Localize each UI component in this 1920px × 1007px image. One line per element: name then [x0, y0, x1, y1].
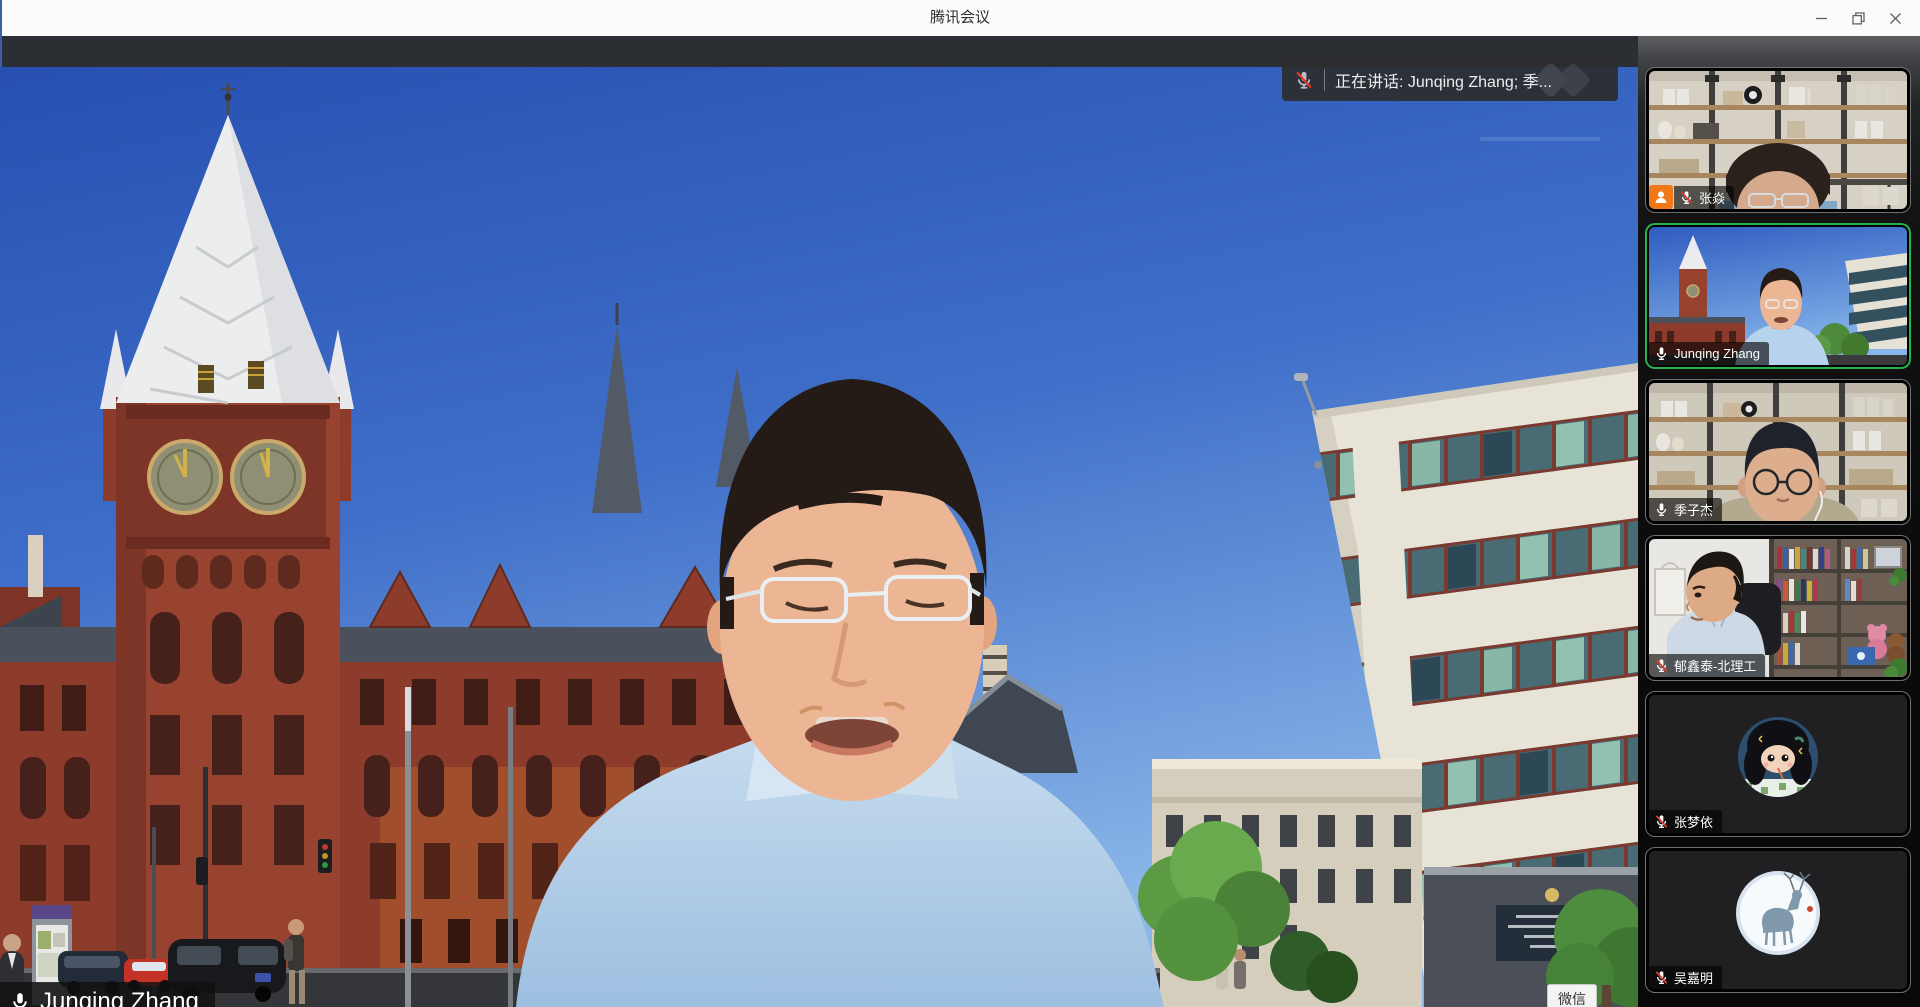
host-person-icon [1653, 189, 1669, 205]
participant-name-chip: 张焱 [1674, 186, 1734, 209]
close-button[interactable] [1877, 0, 1914, 36]
participant-name-chip: Junqing Zhang [1649, 342, 1769, 365]
minimize-icon [1815, 12, 1828, 25]
participant-name: 季子杰 [1674, 500, 1713, 519]
mic-on-icon [1654, 502, 1669, 517]
main-video: Junqing Zhang [0, 67, 1638, 1007]
mic-muted-icon [1679, 190, 1694, 205]
close-icon [1889, 12, 1902, 25]
minimize-button[interactable] [1803, 0, 1840, 36]
participant-name: Junqing Zhang [1674, 346, 1760, 361]
window-title: 腾讯会议 [0, 0, 1920, 36]
participant-tile-wujiaming[interactable]: 吴嘉明 [1645, 847, 1911, 993]
participant-name-chip: 张梦依 [1649, 810, 1722, 833]
participant-tile-junqing-zhang[interactable]: Junqing Zhang [1645, 223, 1911, 369]
participant-name: 吴嘉明 [1674, 968, 1713, 987]
participant-tile-yuxintai[interactable]: 郁鑫泰-北理工 [1645, 535, 1911, 681]
wechat-label: 微信 [1558, 989, 1586, 1007]
main-speaker-name: Junqing Zhang [40, 988, 199, 1007]
participant-tile-zhangyan[interactable]: 张焱 [1645, 67, 1911, 213]
participant-tile-jizijie[interactable]: 季子杰 [1645, 379, 1911, 525]
mic-on-icon [1654, 346, 1669, 361]
participant-name: 张梦依 [1674, 812, 1713, 831]
participant-name-chip: 郁鑫泰-北理工 [1649, 654, 1765, 677]
participant-name: 郁鑫泰-北理工 [1674, 656, 1756, 675]
background-window-edge [0, 0, 2, 67]
tencent-meeting-window: 腾讯会议 [0, 0, 1920, 1007]
host-badge [1649, 185, 1673, 209]
restore-icon [1852, 12, 1865, 25]
participant-tile-zhangmengyi[interactable]: 张梦依 [1645, 691, 1911, 837]
main-speaker-label: Junqing Zhang [0, 982, 215, 1007]
mic-muted-icon [1654, 970, 1669, 985]
indicator-divider [1324, 69, 1325, 91]
speaking-indicator: 正在讲话: Junqing Zhang; 季... [1282, 58, 1618, 101]
restore-button[interactable] [1840, 0, 1877, 36]
mic-on-icon [9, 991, 31, 1007]
speaking-indicator-text: 正在讲话: Junqing Zhang; 季... [1335, 68, 1552, 92]
participants-sidebar: 张焱 [1638, 36, 1920, 1007]
window-controls [1803, 0, 1914, 36]
participant-name-chip: 季子杰 [1649, 498, 1722, 521]
participant-name-chip: 吴嘉明 [1649, 966, 1722, 989]
mic-muted-icon [1294, 70, 1314, 90]
wechat-button[interactable]: 微信 [1547, 984, 1597, 1007]
participant-name: 张焱 [1699, 188, 1725, 207]
main-video-scene [0, 67, 1638, 1007]
mic-muted-icon [1654, 814, 1669, 829]
titlebar: 腾讯会议 [0, 0, 1920, 36]
mic-muted-icon [1654, 658, 1669, 673]
